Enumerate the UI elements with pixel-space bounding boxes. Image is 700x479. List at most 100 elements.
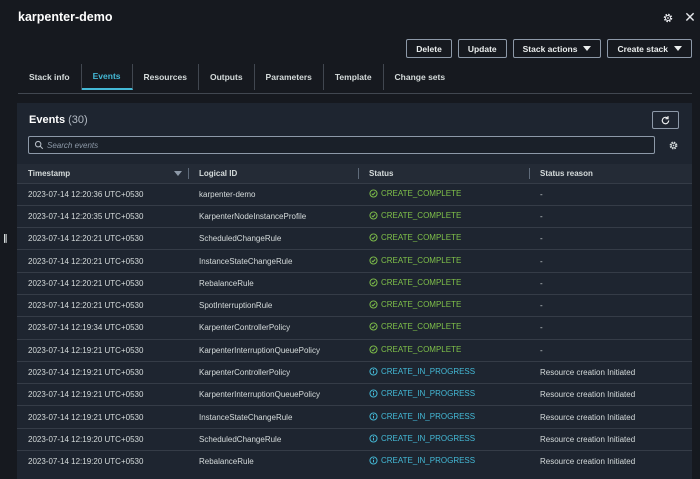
column-header-status-reason[interactable]: Status reason bbox=[529, 164, 692, 183]
table-row: 2023-07-14 12:20:21 UTC+0530 ScheduledCha… bbox=[17, 227, 692, 250]
update-button[interactable]: Update bbox=[457, 39, 507, 58]
cell-timestamp: 2023-07-14 12:19:21 UTC+0530 bbox=[17, 360, 188, 384]
cell-timestamp: 2023-07-14 12:19:34 UTC+0530 bbox=[17, 316, 188, 340]
status-indicator: CREATE_COMPLETE bbox=[369, 278, 461, 287]
cell-status-reason: - bbox=[529, 249, 692, 273]
stack-actions-dropdown[interactable]: Stack actions bbox=[512, 39, 602, 58]
status-indicator: CREATE_IN_PROGRESS bbox=[369, 434, 475, 443]
cell-logical-id: karpenter-demo bbox=[188, 182, 358, 206]
create-stack-label: Create stack bbox=[617, 43, 668, 54]
column-header-label: Logical ID bbox=[199, 168, 238, 178]
column-divider[interactable] bbox=[529, 168, 530, 179]
search-box bbox=[28, 136, 655, 154]
refresh-button[interactable] bbox=[652, 111, 679, 129]
cell-logical-id: ScheduledChangeRule bbox=[188, 227, 358, 250]
status-indicator: CREATE_COMPLETE bbox=[369, 189, 461, 198]
cell-logical-id: InstanceStateChangeRule bbox=[188, 249, 358, 273]
status-indicator: CREATE_IN_PROGRESS bbox=[369, 367, 475, 376]
cell-timestamp: 2023-07-14 12:20:21 UTC+0530 bbox=[17, 227, 188, 250]
tab-parameters[interactable]: Parameters bbox=[255, 64, 324, 90]
tab-divider bbox=[18, 93, 692, 94]
info-circle-icon bbox=[369, 367, 378, 376]
info-circle-icon bbox=[369, 456, 378, 466]
events-heading: Events (30) bbox=[29, 114, 88, 126]
status-indicator: CREATE_COMPLETE bbox=[369, 211, 461, 220]
status-indicator: CREATE_IN_PROGRESS bbox=[369, 389, 475, 398]
status-text: CREATE_IN_PROGRESS bbox=[381, 389, 476, 399]
column-divider[interactable] bbox=[188, 168, 189, 179]
search-input[interactable] bbox=[47, 138, 647, 152]
cell-status-reason: - bbox=[529, 293, 692, 317]
status-indicator: CREATE_COMPLETE bbox=[369, 322, 461, 331]
status-text: CREATE_COMPLETE bbox=[381, 255, 462, 265]
cell-status-reason: - bbox=[529, 204, 692, 228]
cell-timestamp: 2023-07-14 12:20:21 UTC+0530 bbox=[17, 293, 188, 317]
cell-timestamp: 2023-07-14 12:20:35 UTC+0530 bbox=[17, 204, 188, 228]
check-circle-icon bbox=[369, 233, 378, 242]
cell-logical-id: KarpenterInterruptionQueuePolicy bbox=[188, 338, 358, 362]
table-row: 2023-07-14 12:19:21 UTC+0530 KarpenterInt… bbox=[17, 383, 692, 406]
gear-icon[interactable] bbox=[662, 12, 674, 24]
cell-timestamp: 2023-07-14 12:20:36 UTC+0530 bbox=[17, 182, 188, 206]
column-header-logical-id[interactable]: Logical ID bbox=[188, 164, 358, 183]
drag-handle-icon[interactable]: ∥ bbox=[3, 233, 9, 243]
info-circle-icon bbox=[369, 412, 378, 421]
check-circle-icon bbox=[369, 255, 378, 265]
create-stack-dropdown[interactable]: Create stack bbox=[607, 39, 692, 58]
tab-events[interactable]: Events bbox=[81, 64, 133, 90]
search-icon bbox=[34, 140, 44, 150]
cell-timestamp: 2023-07-14 12:19:21 UTC+0530 bbox=[17, 383, 188, 406]
cell-logical-id: InstanceStateChangeRule bbox=[188, 405, 358, 429]
cell-status: CREATE_COMPLETE bbox=[358, 227, 529, 250]
table-row: 2023-07-14 12:20:21 UTC+0530 InstanceStat… bbox=[17, 249, 692, 273]
column-header-timestamp[interactable]: Timestamp bbox=[17, 164, 188, 183]
stack-tabs: Stack info Events Resources Outputs Para… bbox=[18, 64, 456, 94]
tab-outputs[interactable]: Outputs bbox=[199, 64, 255, 90]
cell-status: CREATE_COMPLETE bbox=[358, 316, 529, 340]
stack-actions-label: Stack actions bbox=[522, 43, 578, 54]
cell-status-reason: - bbox=[529, 338, 692, 362]
sort-descending-icon[interactable] bbox=[174, 171, 182, 176]
cell-status: CREATE_COMPLETE bbox=[358, 271, 529, 295]
status-indicator: CREATE_COMPLETE bbox=[369, 233, 461, 242]
column-header-label: Status bbox=[369, 168, 394, 178]
cell-status: CREATE_IN_PROGRESS bbox=[358, 405, 529, 429]
close-icon[interactable]: ✕ bbox=[683, 10, 697, 24]
tab-stack-info[interactable]: Stack info bbox=[18, 64, 82, 90]
tab-template[interactable]: Template bbox=[324, 64, 384, 90]
column-divider[interactable] bbox=[358, 168, 359, 179]
column-header-status[interactable]: Status bbox=[358, 164, 529, 183]
cell-logical-id: KarpenterInterruptionQueuePolicy bbox=[188, 383, 358, 406]
status-text: CREATE_COMPLETE bbox=[381, 344, 462, 354]
status-text: CREATE_COMPLETE bbox=[381, 277, 462, 287]
status-indicator: CREATE_IN_PROGRESS bbox=[369, 456, 475, 465]
cell-timestamp: 2023-07-14 12:19:21 UTC+0530 bbox=[17, 338, 188, 362]
cell-status-reason: Resource creation Initiated bbox=[529, 405, 692, 429]
stack-title: karpenter-demo bbox=[18, 10, 113, 24]
preferences-gear-icon[interactable] bbox=[668, 140, 679, 151]
status-text: CREATE_COMPLETE bbox=[381, 300, 462, 310]
column-header-label: Timestamp bbox=[28, 168, 71, 178]
table-row: 2023-07-14 12:20:36 UTC+0530 karpenter-de… bbox=[17, 182, 692, 206]
check-circle-icon bbox=[369, 322, 378, 331]
tab-resources[interactable]: Resources bbox=[133, 64, 199, 90]
tab-change-sets[interactable]: Change sets bbox=[384, 64, 457, 90]
cell-status-reason: - bbox=[529, 271, 692, 295]
cell-status: CREATE_COMPLETE bbox=[358, 204, 529, 228]
cell-status-reason: Resource creation Initiated bbox=[529, 427, 692, 451]
check-circle-icon bbox=[369, 278, 378, 287]
info-circle-icon bbox=[369, 389, 378, 398]
cell-logical-id: KarpenterControllerPolicy bbox=[188, 316, 358, 340]
cell-logical-id: KarpenterControllerPolicy bbox=[188, 360, 358, 384]
events-count: (30) bbox=[68, 114, 88, 126]
cell-logical-id: KarpenterNodeInstanceProfile bbox=[188, 204, 358, 228]
table-row: 2023-07-14 12:19:20 UTC+0530 ScheduledCha… bbox=[17, 427, 692, 451]
status-text: CREATE_IN_PROGRESS bbox=[381, 367, 476, 377]
events-table-body: 2023-07-14 12:20:36 UTC+0530 karpenter-de… bbox=[17, 182, 692, 473]
delete-button[interactable]: Delete bbox=[406, 39, 452, 58]
cell-timestamp: 2023-07-14 12:19:20 UTC+0530 bbox=[17, 450, 188, 473]
status-text: CREATE_COMPLETE bbox=[381, 322, 462, 332]
status-text: CREATE_IN_PROGRESS bbox=[381, 456, 476, 466]
status-indicator: CREATE_COMPLETE bbox=[369, 256, 461, 265]
table-row: 2023-07-14 12:19:34 UTC+0530 KarpenterCon… bbox=[17, 316, 692, 340]
